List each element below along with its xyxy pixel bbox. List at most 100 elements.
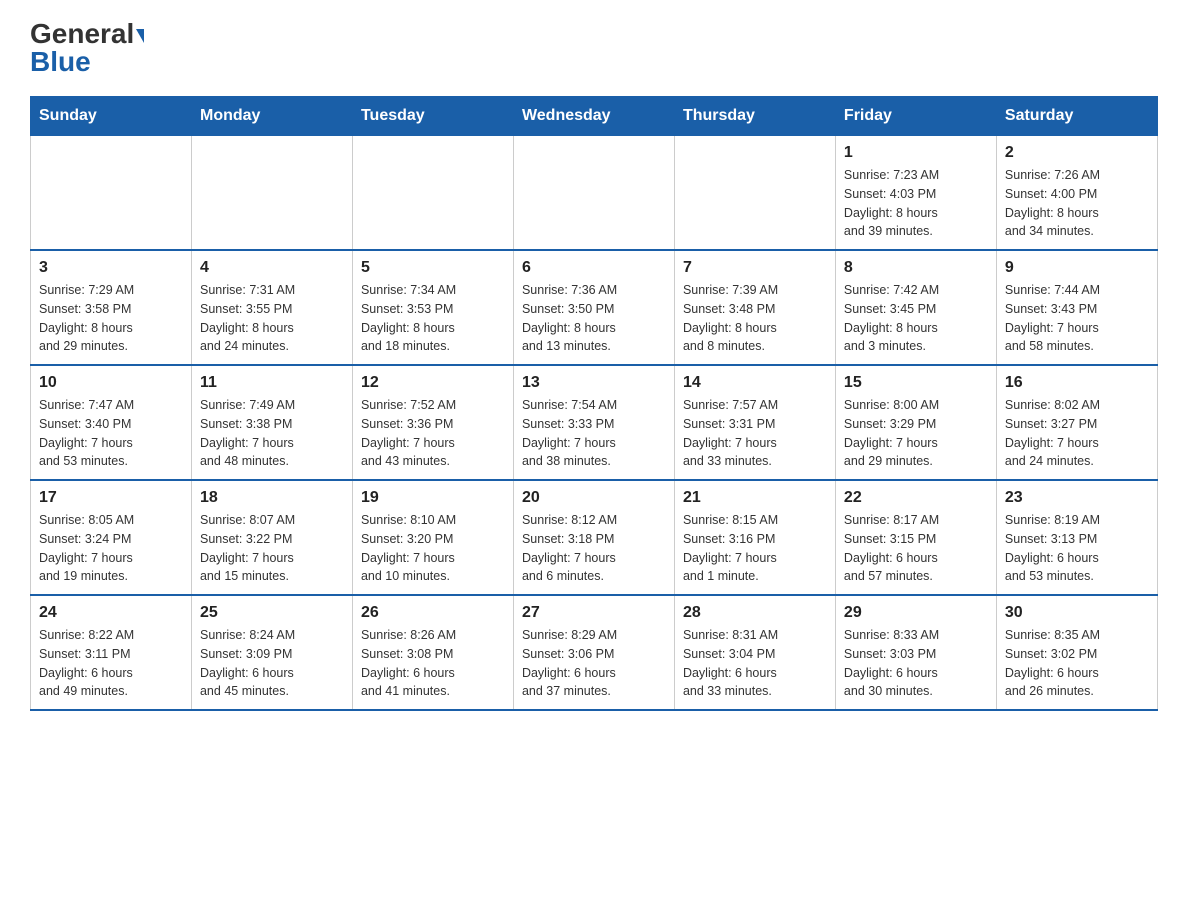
calendar-week-row: 17 Sunrise: 8:05 AMSunset: 3:24 PMDayligh… bbox=[31, 480, 1158, 595]
day-info: Sunrise: 8:10 AMSunset: 3:20 PMDaylight:… bbox=[361, 511, 505, 586]
day-info: Sunrise: 7:31 AMSunset: 3:55 PMDaylight:… bbox=[200, 281, 344, 356]
day-number: 20 bbox=[522, 489, 666, 507]
day-number: 7 bbox=[683, 259, 827, 277]
day-info: Sunrise: 7:34 AMSunset: 3:53 PMDaylight:… bbox=[361, 281, 505, 356]
day-number: 30 bbox=[1005, 604, 1149, 622]
calendar-cell: 21 Sunrise: 8:15 AMSunset: 3:16 PMDayligh… bbox=[674, 480, 835, 595]
calendar-cell: 20 Sunrise: 8:12 AMSunset: 3:18 PMDayligh… bbox=[513, 480, 674, 595]
day-number: 29 bbox=[844, 604, 988, 622]
calendar-cell: 14 Sunrise: 7:57 AMSunset: 3:31 PMDayligh… bbox=[674, 365, 835, 480]
day-number: 14 bbox=[683, 374, 827, 392]
day-number: 12 bbox=[361, 374, 505, 392]
day-info: Sunrise: 8:26 AMSunset: 3:08 PMDaylight:… bbox=[361, 626, 505, 701]
day-info: Sunrise: 7:52 AMSunset: 3:36 PMDaylight:… bbox=[361, 396, 505, 471]
day-info: Sunrise: 8:02 AMSunset: 3:27 PMDaylight:… bbox=[1005, 396, 1149, 471]
day-number: 3 bbox=[39, 259, 183, 277]
calendar-cell: 8 Sunrise: 7:42 AMSunset: 3:45 PMDaylight… bbox=[835, 250, 996, 365]
calendar-cell: 23 Sunrise: 8:19 AMSunset: 3:13 PMDayligh… bbox=[996, 480, 1157, 595]
day-number: 11 bbox=[200, 374, 344, 392]
day-number: 28 bbox=[683, 604, 827, 622]
calendar-cell: 29 Sunrise: 8:33 AMSunset: 3:03 PMDayligh… bbox=[835, 595, 996, 710]
day-info: Sunrise: 7:57 AMSunset: 3:31 PMDaylight:… bbox=[683, 396, 827, 471]
calendar-cell: 24Sunrise: 8:22 AMSunset: 3:11 PMDayligh… bbox=[31, 595, 192, 710]
day-info: Sunrise: 7:26 AMSunset: 4:00 PMDaylight:… bbox=[1005, 166, 1149, 241]
calendar-cell bbox=[191, 136, 352, 251]
day-info: Sunrise: 7:36 AMSunset: 3:50 PMDaylight:… bbox=[522, 281, 666, 356]
day-number: 9 bbox=[1005, 259, 1149, 277]
day-number: 17 bbox=[39, 489, 183, 507]
day-number: 24 bbox=[39, 604, 183, 622]
day-number: 8 bbox=[844, 259, 988, 277]
calendar-cell bbox=[31, 136, 192, 251]
day-number: 16 bbox=[1005, 374, 1149, 392]
calendar-cell: 13 Sunrise: 7:54 AMSunset: 3:33 PMDayligh… bbox=[513, 365, 674, 480]
day-number: 26 bbox=[361, 604, 505, 622]
day-info: Sunrise: 8:33 AMSunset: 3:03 PMDaylight:… bbox=[844, 626, 988, 701]
day-info: Sunrise: 8:05 AMSunset: 3:24 PMDaylight:… bbox=[39, 511, 183, 586]
calendar-week-row: 24Sunrise: 8:22 AMSunset: 3:11 PMDayligh… bbox=[31, 595, 1158, 710]
day-number: 22 bbox=[844, 489, 988, 507]
day-info: Sunrise: 7:49 AMSunset: 3:38 PMDaylight:… bbox=[200, 396, 344, 471]
day-info: Sunrise: 8:15 AMSunset: 3:16 PMDaylight:… bbox=[683, 511, 827, 586]
day-number: 6 bbox=[522, 259, 666, 277]
calendar-cell: 17 Sunrise: 8:05 AMSunset: 3:24 PMDayligh… bbox=[31, 480, 192, 595]
page-header: GeneralBlue bbox=[30, 20, 1158, 76]
day-number: 18 bbox=[200, 489, 344, 507]
calendar-table: SundayMondayTuesdayWednesdayThursdayFrid… bbox=[30, 96, 1158, 711]
day-number: 2 bbox=[1005, 144, 1149, 162]
day-number: 23 bbox=[1005, 489, 1149, 507]
day-info: Sunrise: 8:31 AMSunset: 3:04 PMDaylight:… bbox=[683, 626, 827, 701]
weekday-header-thursday: Thursday bbox=[674, 97, 835, 136]
day-number: 4 bbox=[200, 259, 344, 277]
calendar-cell bbox=[352, 136, 513, 251]
logo: GeneralBlue bbox=[30, 20, 144, 76]
day-info: Sunrise: 7:42 AMSunset: 3:45 PMDaylight:… bbox=[844, 281, 988, 356]
day-info: Sunrise: 8:29 AMSunset: 3:06 PMDaylight:… bbox=[522, 626, 666, 701]
calendar-week-row: 3 Sunrise: 7:29 AMSunset: 3:58 PMDaylight… bbox=[31, 250, 1158, 365]
day-info: Sunrise: 8:12 AMSunset: 3:18 PMDaylight:… bbox=[522, 511, 666, 586]
day-info: Sunrise: 8:17 AMSunset: 3:15 PMDaylight:… bbox=[844, 511, 988, 586]
calendar-cell: 27Sunrise: 8:29 AMSunset: 3:06 PMDayligh… bbox=[513, 595, 674, 710]
calendar-cell: 30 Sunrise: 8:35 AMSunset: 3:02 PMDayligh… bbox=[996, 595, 1157, 710]
weekday-header-row: SundayMondayTuesdayWednesdayThursdayFrid… bbox=[31, 97, 1158, 136]
day-number: 15 bbox=[844, 374, 988, 392]
day-info: Sunrise: 8:24 AMSunset: 3:09 PMDaylight:… bbox=[200, 626, 344, 701]
calendar-cell: 18 Sunrise: 8:07 AMSunset: 3:22 PMDayligh… bbox=[191, 480, 352, 595]
calendar-cell: 15 Sunrise: 8:00 AMSunset: 3:29 PMDayligh… bbox=[835, 365, 996, 480]
weekday-header-friday: Friday bbox=[835, 97, 996, 136]
day-number: 25 bbox=[200, 604, 344, 622]
day-info: Sunrise: 8:07 AMSunset: 3:22 PMDaylight:… bbox=[200, 511, 344, 586]
day-info: Sunrise: 8:00 AMSunset: 3:29 PMDaylight:… bbox=[844, 396, 988, 471]
calendar-cell bbox=[513, 136, 674, 251]
day-info: Sunrise: 7:29 AMSunset: 3:58 PMDaylight:… bbox=[39, 281, 183, 356]
calendar-week-row: 1 Sunrise: 7:23 AMSunset: 4:03 PMDaylight… bbox=[31, 136, 1158, 251]
logo-text: GeneralBlue bbox=[30, 20, 144, 76]
calendar-cell: 7 Sunrise: 7:39 AMSunset: 3:48 PMDaylight… bbox=[674, 250, 835, 365]
day-info: Sunrise: 8:35 AMSunset: 3:02 PMDaylight:… bbox=[1005, 626, 1149, 701]
calendar-cell: 28 Sunrise: 8:31 AMSunset: 3:04 PMDayligh… bbox=[674, 595, 835, 710]
calendar-cell: 6 Sunrise: 7:36 AMSunset: 3:50 PMDaylight… bbox=[513, 250, 674, 365]
calendar-cell: 3 Sunrise: 7:29 AMSunset: 3:58 PMDaylight… bbox=[31, 250, 192, 365]
calendar-cell: 25 Sunrise: 8:24 AMSunset: 3:09 PMDayligh… bbox=[191, 595, 352, 710]
calendar-cell: 1 Sunrise: 7:23 AMSunset: 4:03 PMDaylight… bbox=[835, 136, 996, 251]
day-number: 19 bbox=[361, 489, 505, 507]
day-number: 21 bbox=[683, 489, 827, 507]
calendar-cell: 22 Sunrise: 8:17 AMSunset: 3:15 PMDayligh… bbox=[835, 480, 996, 595]
calendar-cell: 2 Sunrise: 7:26 AMSunset: 4:00 PMDaylight… bbox=[996, 136, 1157, 251]
weekday-header-tuesday: Tuesday bbox=[352, 97, 513, 136]
day-number: 13 bbox=[522, 374, 666, 392]
day-info: Sunrise: 8:19 AMSunset: 3:13 PMDaylight:… bbox=[1005, 511, 1149, 586]
weekday-header-sunday: Sunday bbox=[31, 97, 192, 136]
weekday-header-saturday: Saturday bbox=[996, 97, 1157, 136]
calendar-cell: 4 Sunrise: 7:31 AMSunset: 3:55 PMDaylight… bbox=[191, 250, 352, 365]
day-number: 1 bbox=[844, 144, 988, 162]
calendar-cell: 10Sunrise: 7:47 AMSunset: 3:40 PMDayligh… bbox=[31, 365, 192, 480]
day-info: Sunrise: 7:47 AMSunset: 3:40 PMDaylight:… bbox=[39, 396, 183, 471]
day-info: Sunrise: 7:39 AMSunset: 3:48 PMDaylight:… bbox=[683, 281, 827, 356]
day-info: Sunrise: 7:44 AMSunset: 3:43 PMDaylight:… bbox=[1005, 281, 1149, 356]
day-info: Sunrise: 7:23 AMSunset: 4:03 PMDaylight:… bbox=[844, 166, 988, 241]
day-info: Sunrise: 7:54 AMSunset: 3:33 PMDaylight:… bbox=[522, 396, 666, 471]
calendar-cell: 12 Sunrise: 7:52 AMSunset: 3:36 PMDayligh… bbox=[352, 365, 513, 480]
weekday-header-wednesday: Wednesday bbox=[513, 97, 674, 136]
weekday-header-monday: Monday bbox=[191, 97, 352, 136]
